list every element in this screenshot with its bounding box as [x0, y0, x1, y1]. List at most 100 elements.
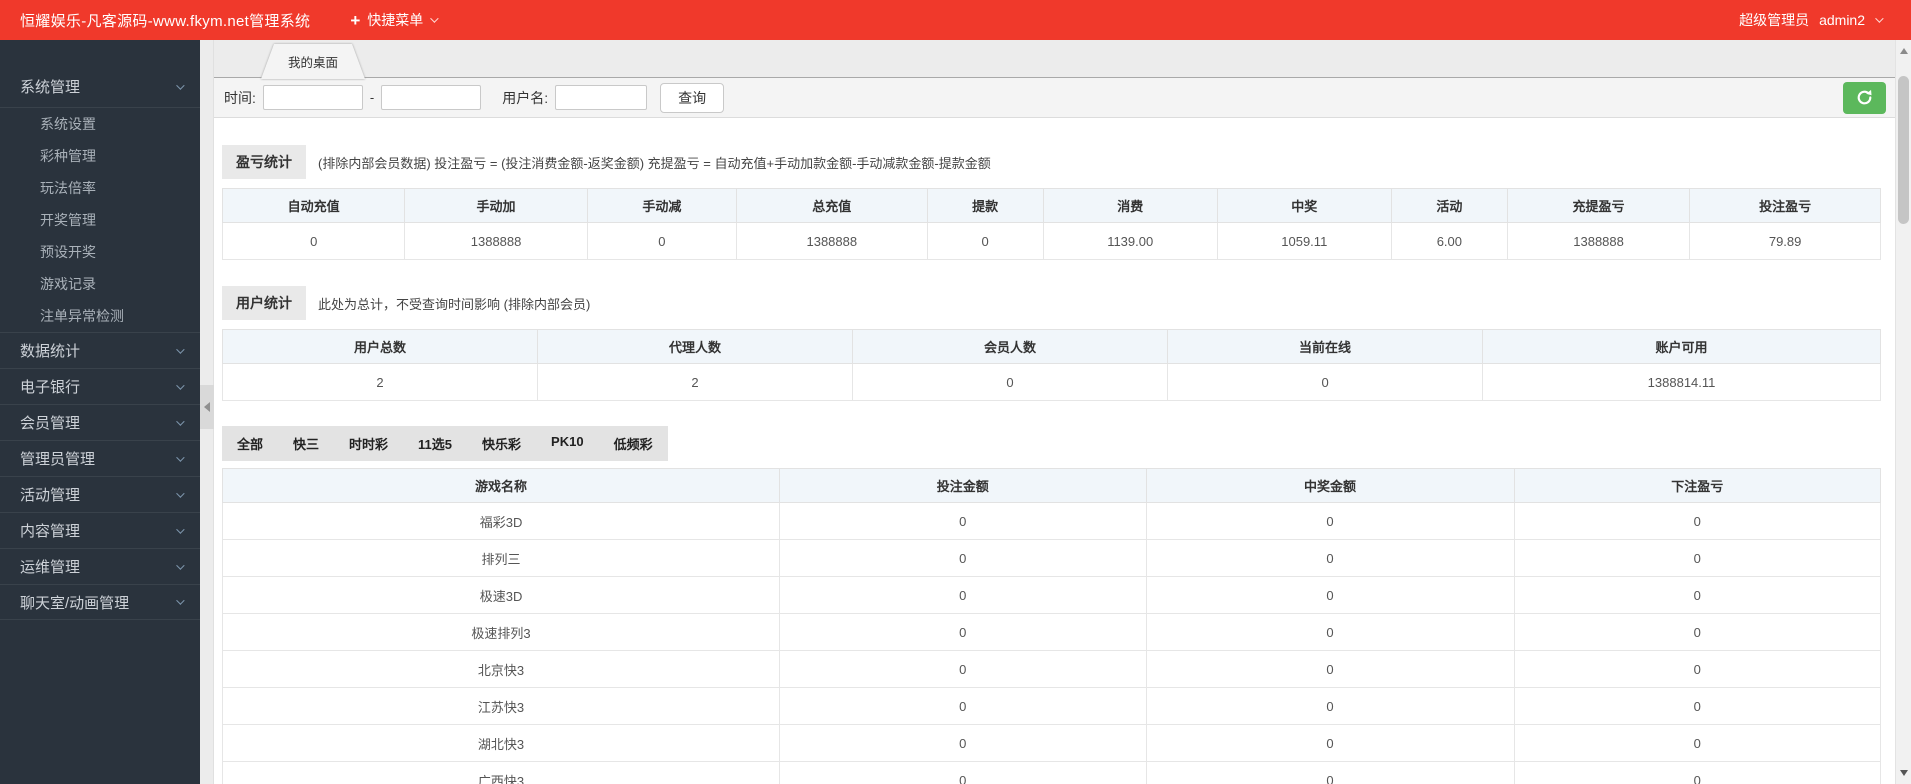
- tab-my-desktop[interactable]: 我的桌面: [261, 44, 365, 79]
- game-profit-cell: 0: [1513, 539, 1882, 577]
- sidebar-item[interactable]: 注单异常检测: [0, 300, 200, 332]
- sidebar-item[interactable]: 彩种管理: [0, 140, 200, 172]
- profit-value-cell: 1388888: [735, 222, 928, 260]
- scrollbar-thumb[interactable]: [1898, 76, 1909, 224]
- game-name-cell: 极速3D: [221, 576, 781, 614]
- content-area: 我的桌面 时间: - 用户名: 查询 盈亏统计 (排除内部会员数据) 投注盈亏 …: [214, 40, 1911, 784]
- users-header-row: 用户总数 代理人数 会员人数 当前在线 账户可用: [221, 329, 1881, 364]
- sidebar-item-label: 系统管理: [20, 79, 81, 96]
- vertical-scrollbar[interactable]: [1895, 40, 1911, 784]
- users-value-cell: 1388814.11: [1482, 363, 1881, 401]
- profit-header-row: 自动充值 手动加 手动减 总充值 提款 消费 中奖 活动 充提盈亏 投注盈亏: [221, 188, 1881, 223]
- profit-value-cell: 0: [221, 222, 406, 260]
- scroll-down-icon[interactable]: [1900, 770, 1908, 776]
- profit-value-cell: 0: [586, 222, 737, 260]
- sidebar-item[interactable]: 预设开奖: [0, 236, 200, 268]
- game-row: 极速3D 0 0 0: [221, 576, 1882, 614]
- plus-icon: +: [350, 10, 361, 30]
- game-category-tab[interactable]: 快乐彩: [467, 426, 536, 461]
- sidebar-item-label: 彩种管理: [40, 148, 96, 164]
- game-row: 江苏快3 0 0 0: [221, 687, 1882, 725]
- sidebar-item[interactable]: 运维管理: [0, 548, 200, 584]
- users-value-cell: 2: [221, 363, 539, 401]
- users-section-note: 此处为总计，不受查询时间影响 (排除内部会员): [318, 296, 591, 312]
- refresh-icon: [1855, 88, 1874, 107]
- sidebar-item[interactable]: 内容管理: [0, 512, 200, 548]
- users-header-cell: 账户可用: [1482, 329, 1881, 364]
- triangle-left-icon: [204, 402, 210, 412]
- game-category-tab[interactable]: 全部: [222, 426, 278, 461]
- game-name-cell: 极速排列3: [221, 613, 781, 651]
- profit-header-cell: 提款: [926, 188, 1044, 223]
- sidebar-divider: [200, 40, 214, 784]
- games-table: 游戏名称 投注金额 中奖金额 下注盈亏 福彩3D 0 0 0 排列三 0 0 0…: [221, 468, 1882, 784]
- sidebar-item[interactable]: 开奖管理: [0, 204, 200, 236]
- sidebar-item[interactable]: 数据统计: [0, 332, 200, 368]
- game-profit-cell: 0: [1513, 576, 1882, 614]
- sidebar-item[interactable]: 玩法倍率: [0, 172, 200, 204]
- chevron-down-icon: [176, 560, 185, 570]
- sidebar-item-label: 游戏记录: [40, 276, 96, 292]
- game-category-tab[interactable]: 11选5: [403, 426, 467, 461]
- game-category-tab[interactable]: 低频彩: [599, 426, 668, 461]
- game-category-tab[interactable]: PK10: [536, 426, 599, 461]
- username-input[interactable]: [555, 85, 648, 110]
- range-separator: -: [369, 90, 375, 105]
- profit-value-cell: 1388888: [1506, 222, 1691, 260]
- sidebar-item-label: 预设开奖: [40, 244, 96, 260]
- chevron-down-icon: [1875, 14, 1884, 23]
- sidebar-item[interactable]: 管理员管理: [0, 440, 200, 476]
- game-profit-cell: 0: [1513, 650, 1882, 688]
- profit-value-cell: 6.00: [1390, 222, 1508, 260]
- profit-value-cell: 1388888: [404, 222, 588, 260]
- games-header-cell: 中奖金额: [1145, 468, 1515, 503]
- time-start-input[interactable]: [262, 85, 363, 110]
- sidebar-collapse-handle[interactable]: [200, 385, 214, 429]
- game-category-tab[interactable]: 快三: [278, 426, 334, 461]
- quick-menu-button[interactable]: + 快捷菜单: [350, 10, 439, 30]
- sidebar-item[interactable]: 活动管理: [0, 476, 200, 512]
- game-category-tabs: 全部 快三 时时彩 11选5 快乐彩 PK10 低频彩: [222, 426, 668, 461]
- game-profit-cell: 0: [1513, 724, 1882, 762]
- users-value-cell: 0: [1167, 363, 1484, 401]
- users-value-row: 2 2 0 0 1388814.11: [221, 363, 1881, 401]
- profit-section-title: 盈亏统计: [222, 145, 306, 179]
- time-end-input[interactable]: [381, 85, 482, 110]
- game-name-cell: 湖北快3: [221, 724, 781, 762]
- game-category-tab[interactable]: 时时彩: [334, 426, 403, 461]
- users-header-cell: 会员人数: [852, 329, 1169, 364]
- game-win-cell: 0: [1145, 650, 1515, 688]
- dashboard-main: 盈亏统计 (排除内部会员数据) 投注盈亏 = (投注消费金额-返奖金额) 充提盈…: [214, 145, 1911, 784]
- game-row: 湖北快3 0 0 0: [221, 724, 1882, 762]
- user-menu-button[interactable]: 超级管理员 admin2: [1739, 10, 1884, 30]
- game-profit-cell: 0: [1513, 761, 1882, 784]
- sidebar-item-label: 会员管理: [20, 415, 81, 432]
- refresh-button[interactable]: [1843, 81, 1886, 114]
- chevron-down-icon: [176, 452, 185, 462]
- sidebar-item[interactable]: 聊天室/动画管理: [0, 584, 200, 620]
- sidebar-item-label: 注单异常检测: [40, 308, 124, 324]
- sidebar-item-label: 内容管理: [20, 523, 81, 540]
- profit-header-cell: 中奖: [1216, 188, 1392, 223]
- app-root: 恒耀娱乐-凡客源码-www.fkym.net管理系统 + 快捷菜单 超级管理员 …: [0, 0, 1911, 784]
- sidebar-item[interactable]: 游戏记录: [0, 268, 200, 300]
- sidebar-item[interactable]: 系统管理: [0, 66, 200, 108]
- game-name-cell: 北京快3: [221, 650, 781, 688]
- scroll-up-icon[interactable]: [1900, 48, 1908, 54]
- tab-bar: 我的桌面: [214, 40, 1911, 78]
- users-header-cell: 代理人数: [537, 329, 854, 364]
- users-header-cell: 用户总数: [221, 329, 539, 364]
- sidebar-item[interactable]: 会员管理: [0, 404, 200, 440]
- search-button[interactable]: 查询: [660, 82, 725, 113]
- games-table-body: 福彩3D 0 0 0 排列三 0 0 0 极速3D 0 0 0 极速排列3 0 …: [221, 502, 1882, 784]
- game-profit-cell: 0: [1513, 613, 1882, 651]
- tab-label: 我的桌面: [288, 56, 339, 70]
- profit-table: 自动充值 手动加 手动减 总充值 提款 消费 中奖 活动 充提盈亏 投注盈亏 0 1388888 0 1…: [221, 188, 1881, 260]
- time-label: 时间:: [224, 89, 256, 106]
- game-name-cell: 福彩3D: [221, 502, 781, 540]
- sidebar-item[interactable]: 系统设置: [0, 108, 200, 140]
- game-row: 福彩3D 0 0 0: [221, 502, 1882, 540]
- game-row: 北京快3 0 0 0: [221, 650, 1882, 688]
- sidebar-item[interactable]: 电子银行: [0, 368, 200, 404]
- chevron-down-icon: [176, 596, 185, 605]
